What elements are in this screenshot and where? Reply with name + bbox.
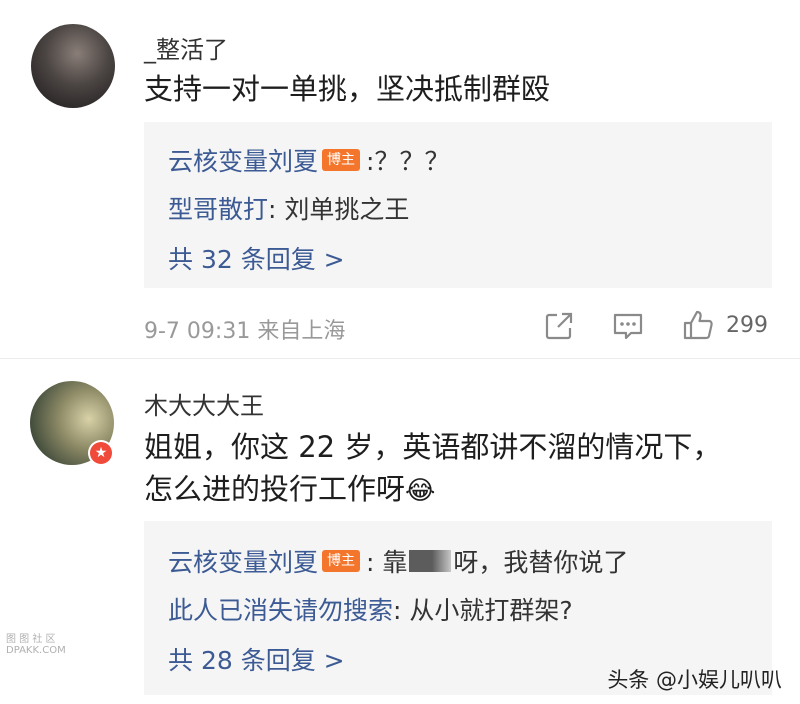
reply-text: : 刘单挑之王 [268, 195, 410, 224]
reply-item[interactable]: 型哥散打 : 刘单挑之王 [168, 190, 409, 226]
reply-author[interactable]: 型哥散打 [168, 190, 268, 226]
reply-text: 呀，我替你说了 [453, 548, 629, 577]
author-tag: 博主 [322, 149, 361, 171]
like-count: 299 [726, 313, 768, 338]
share-icon[interactable] [544, 311, 574, 341]
reply-item[interactable]: 此人已消失请勿搜索 : 从小就打群架? [168, 591, 573, 627]
site-watermark-line: 图 图 社 区 [6, 634, 56, 645]
comment-item: _整活了 支持一对一单挑，坚决抵制群殴 云核变量刘夏 博主 :？？？ 型哥散打 … [0, 0, 800, 358]
comment-username[interactable]: 木大大大王 [144, 386, 264, 421]
divider [0, 358, 800, 359]
censored-text [409, 550, 452, 572]
site-watermark-line: DPAKK.COM [6, 645, 66, 656]
laugh-emoji-icon: 😂 [405, 476, 436, 506]
reply-item[interactable]: 云核变量刘夏 博主 : 靠 呀，我替你说了 [168, 543, 628, 579]
avatar[interactable] [31, 24, 115, 108]
comment-text-line: 怎么进的投行工作呀 [144, 472, 406, 506]
like-icon[interactable] [682, 309, 714, 341]
site-watermark: 图 图 社 区 DPAKK.COM [6, 634, 66, 656]
reply-item[interactable]: 云核变量刘夏 博主 :？？？ [168, 142, 449, 178]
reply-box[interactable]: 云核变量刘夏 博主 :？？？ 型哥散打 : 刘单挑之王 共 32 条回复 > [144, 122, 772, 288]
more-replies-link[interactable]: 共 28 条回复 > [168, 641, 345, 677]
reply-author[interactable]: 云核变量刘夏 [168, 543, 318, 579]
star-icon: ★ [90, 442, 112, 464]
comment-text: 怎么进的投行工作呀😂 [144, 466, 435, 514]
reply-text: : 从小就打群架? [393, 596, 573, 625]
reply-text: : 靠 [366, 548, 408, 577]
reply-text: :？？？ [366, 147, 450, 176]
source-watermark: 头条 @小娱儿叭叭 [607, 668, 782, 692]
comment-text: 支持一对一单挑，坚决抵制群殴 [144, 72, 551, 106]
author-tag: 博主 [322, 550, 361, 572]
comment-icon[interactable] [612, 311, 644, 341]
more-replies-link[interactable]: 共 32 条回复 > [168, 240, 345, 276]
comment-timestamp: 9-7 09:31 来自上海 [144, 319, 346, 344]
reply-author[interactable]: 此人已消失请勿搜索 [168, 591, 393, 627]
comment-username[interactable]: _整活了 [144, 30, 228, 65]
comment-text: 姐姐，你这 22 岁，英语都讲不溜的情况下， [144, 430, 722, 464]
verified-badge: ★ [88, 440, 114, 466]
reply-author[interactable]: 云核变量刘夏 [168, 142, 318, 178]
